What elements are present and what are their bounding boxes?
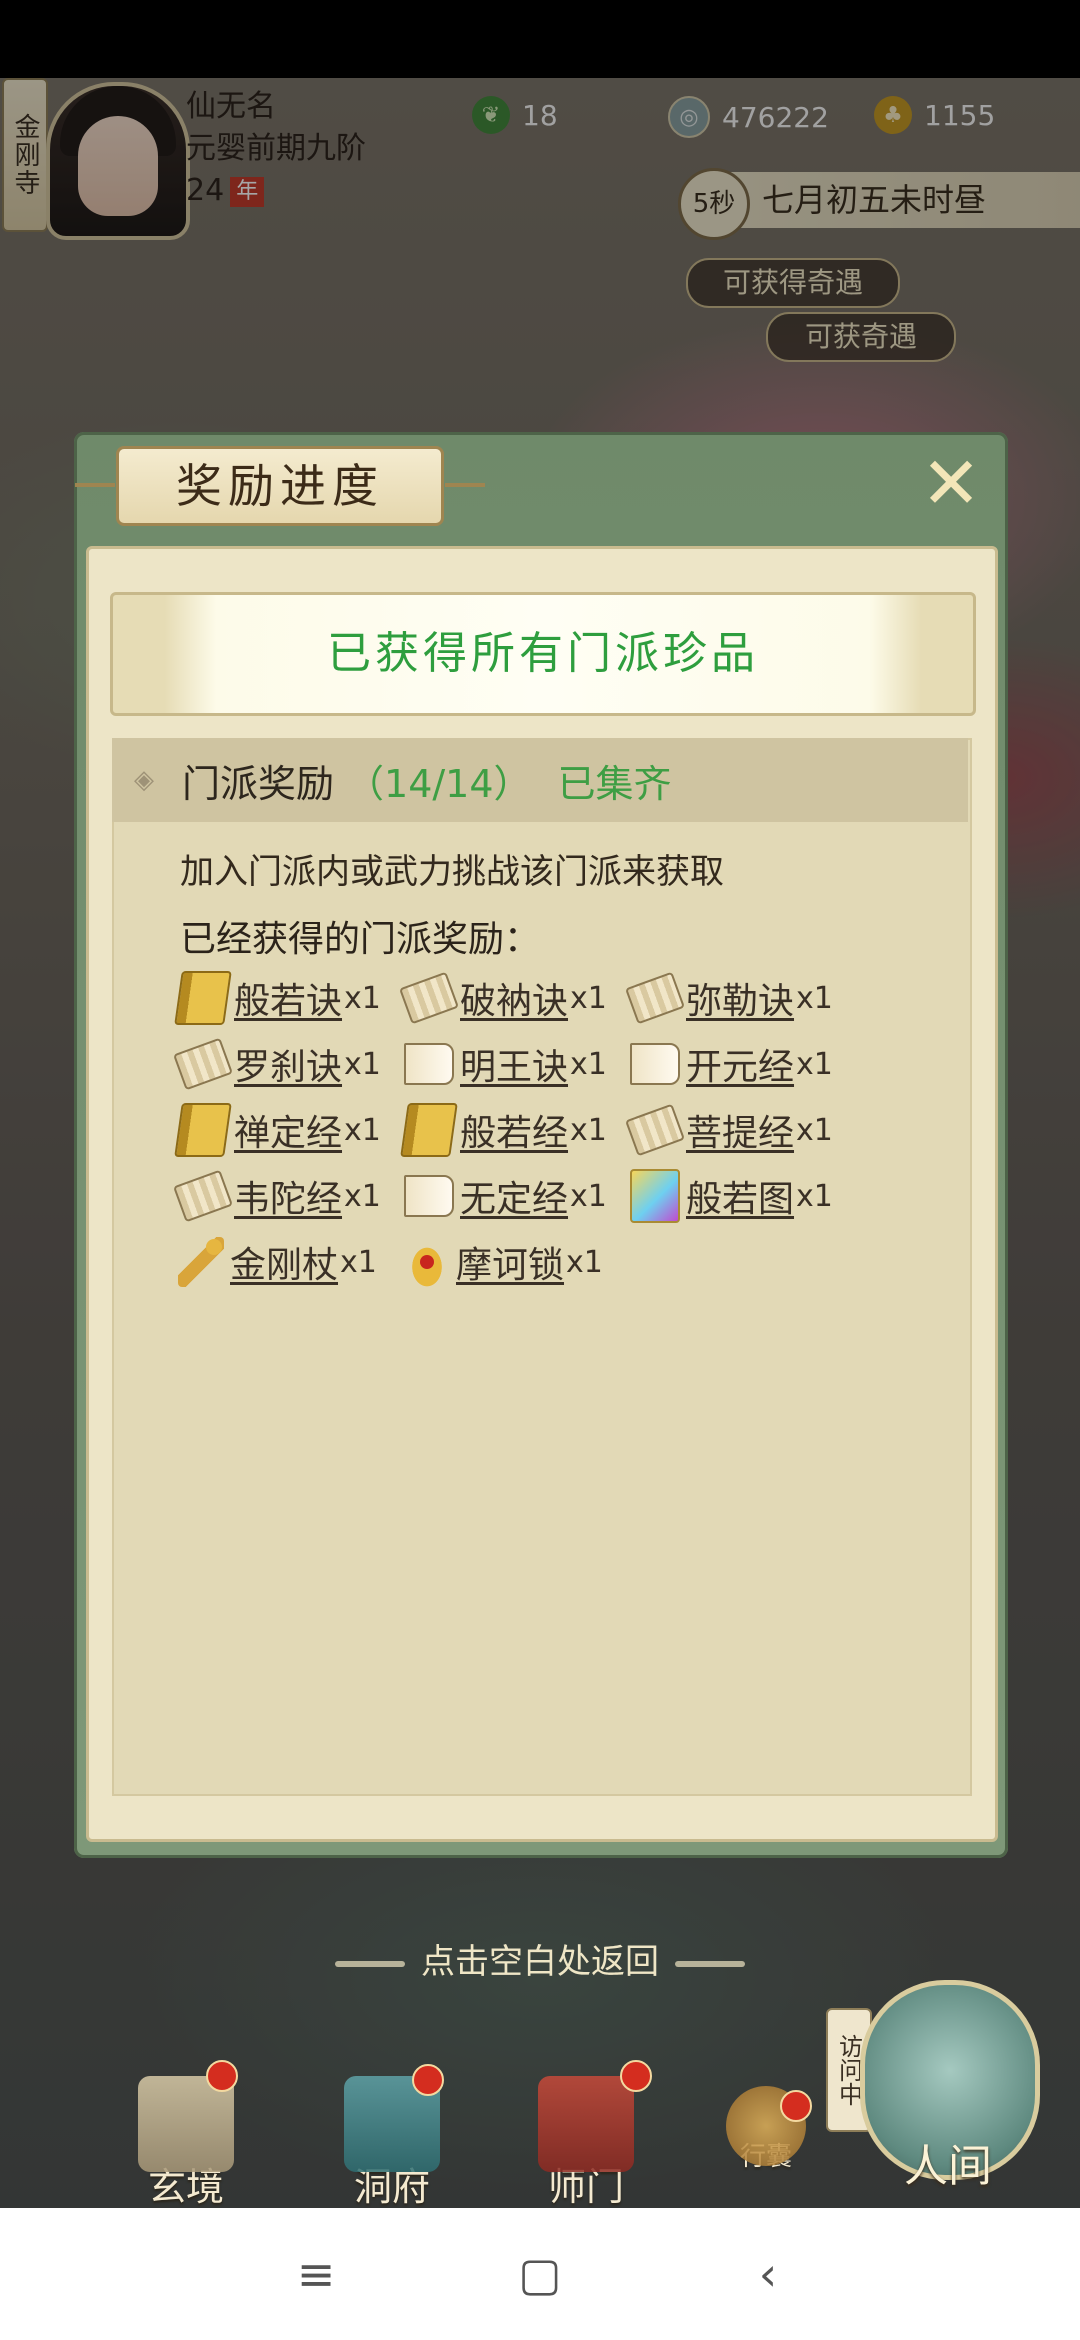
back-icon[interactable]: ‹: [738, 2244, 798, 2304]
reward-item[interactable]: 破衲诀 x1: [399, 968, 607, 1028]
reward-item-qty: x1: [796, 1112, 833, 1148]
tap-to-return-hint[interactable]: 点击空白处返回: [0, 1934, 1080, 1983]
reward-item-qty: x1: [796, 980, 833, 1016]
reward-item-qty: x1: [344, 1178, 381, 1214]
section-title: 门派奖励: [182, 761, 335, 806]
notification-dot: [206, 2060, 238, 2092]
reward-item[interactable]: 无定经 x1: [404, 1166, 607, 1226]
reward-item[interactable]: 般若经 x1: [400, 1100, 607, 1160]
reward-item-name[interactable]: 开元经: [686, 1038, 794, 1090]
menu-icon[interactable]: ≡: [286, 2244, 346, 2304]
reward-item-name[interactable]: 般若诀: [234, 972, 342, 1024]
reward-item[interactable]: 般若诀 x1: [174, 968, 381, 1028]
notification-dot: [780, 2090, 812, 2122]
reward-item[interactable]: 金刚杖 x1: [178, 1232, 377, 1292]
reward-item[interactable]: 菩提经 x1: [625, 1100, 833, 1160]
reward-item-qty: x1: [796, 1178, 833, 1214]
divider-left: [335, 1960, 405, 1967]
diamond-icon: ◈: [134, 765, 154, 795]
reward-item[interactable]: 禅定经 x1: [174, 1100, 381, 1160]
reward-item[interactable]: 般若图 x1: [630, 1166, 833, 1226]
scroll-icon: [399, 971, 459, 1025]
section-status: 已集齐: [557, 761, 672, 806]
divider-right: [675, 1960, 745, 1967]
book-icon: [400, 1103, 458, 1157]
reward-item-name[interactable]: 罗刹诀: [234, 1038, 342, 1090]
notification-dot: [620, 2060, 652, 2092]
reward-item-qty: x1: [796, 1046, 833, 1082]
open-scroll-icon: [404, 1043, 454, 1085]
banner-flag-icon: [538, 2076, 634, 2172]
reward-item-qty: x1: [340, 1244, 377, 1280]
reward-item-name[interactable]: 金刚杖: [230, 1236, 338, 1288]
reward-item-qty: x1: [570, 980, 607, 1016]
book-icon: [174, 1103, 232, 1157]
obtained-title: 已经获得的门派奖励：: [180, 919, 541, 960]
staff-icon: [178, 1237, 224, 1287]
reward-item-name[interactable]: 弥勒诀: [686, 972, 794, 1024]
nav-xuanjing[interactable]: 玄境: [116, 2076, 256, 2211]
reward-item-qty: x1: [570, 1178, 607, 1214]
scroll-icon: [173, 1169, 233, 1223]
reward-item[interactable]: 罗刹诀 x1: [173, 1034, 381, 1094]
reward-item-name[interactable]: 明王诀: [460, 1038, 568, 1090]
reward-item[interactable]: 明王诀 x1: [404, 1034, 607, 1094]
dialog-title: 奖励进度: [75, 446, 485, 526]
back-hint-text: 点击空白处返回: [421, 1942, 659, 1982]
scroll-icon: [625, 1103, 685, 1157]
scroll-icon: [625, 971, 685, 1025]
open-scroll-icon: [404, 1175, 454, 1217]
completion-banner: 已获得所有门派珍品: [110, 592, 976, 716]
home-icon[interactable]: ▢: [510, 2244, 570, 2304]
sect-reward-header: ◈ 门派奖励 （14/14） 已集齐: [112, 738, 968, 822]
acquire-hint: 加入门派内或武力挑战该门派来获取: [180, 852, 724, 892]
system-nav-bar: ≡ ▢ ‹: [0, 2208, 1080, 2340]
notification-dot: [412, 2064, 444, 2096]
reward-item-name[interactable]: 韦陀经: [234, 1170, 342, 1222]
reward-item-name[interactable]: 摩诃锁: [456, 1236, 564, 1288]
picture-scroll-icon: [630, 1169, 680, 1223]
reward-item[interactable]: 摩诃锁 x1: [404, 1232, 603, 1292]
section-count: （14/14）: [346, 761, 532, 806]
world-label[interactable]: 人间: [878, 2130, 1018, 2194]
scroll-icon: [173, 1037, 233, 1091]
reward-item-qty: x1: [570, 1046, 607, 1082]
reward-item-qty: x1: [344, 1046, 381, 1082]
nav-dongfu[interactable]: 洞府: [322, 2076, 462, 2211]
open-scroll-icon: [630, 1043, 680, 1085]
reward-item[interactable]: 开元经 x1: [630, 1034, 833, 1094]
reward-item-qty: x1: [570, 1112, 607, 1148]
book-icon: [174, 971, 232, 1025]
reward-item-name[interactable]: 禅定经: [234, 1104, 342, 1156]
lock-icon: [404, 1237, 450, 1287]
nav-xingnang[interactable]: 行囊: [696, 2086, 836, 2173]
status-bar: [0, 0, 1080, 78]
reward-item-name[interactable]: 无定经: [460, 1170, 568, 1222]
reward-item[interactable]: 弥勒诀 x1: [625, 968, 833, 1028]
close-button[interactable]: ✕: [916, 447, 986, 519]
reward-item[interactable]: 韦陀经 x1: [173, 1166, 381, 1226]
nav-shimen[interactable]: 师门: [516, 2076, 656, 2211]
reward-item-qty: x1: [566, 1244, 603, 1280]
reward-item-name[interactable]: 菩提经: [686, 1104, 794, 1156]
reward-item-name[interactable]: 破衲诀: [460, 972, 568, 1024]
reward-item-name[interactable]: 般若经: [460, 1104, 568, 1156]
reward-item-qty: x1: [344, 1112, 381, 1148]
reward-item-qty: x1: [344, 980, 381, 1016]
reward-item-name[interactable]: 般若图: [686, 1170, 794, 1222]
